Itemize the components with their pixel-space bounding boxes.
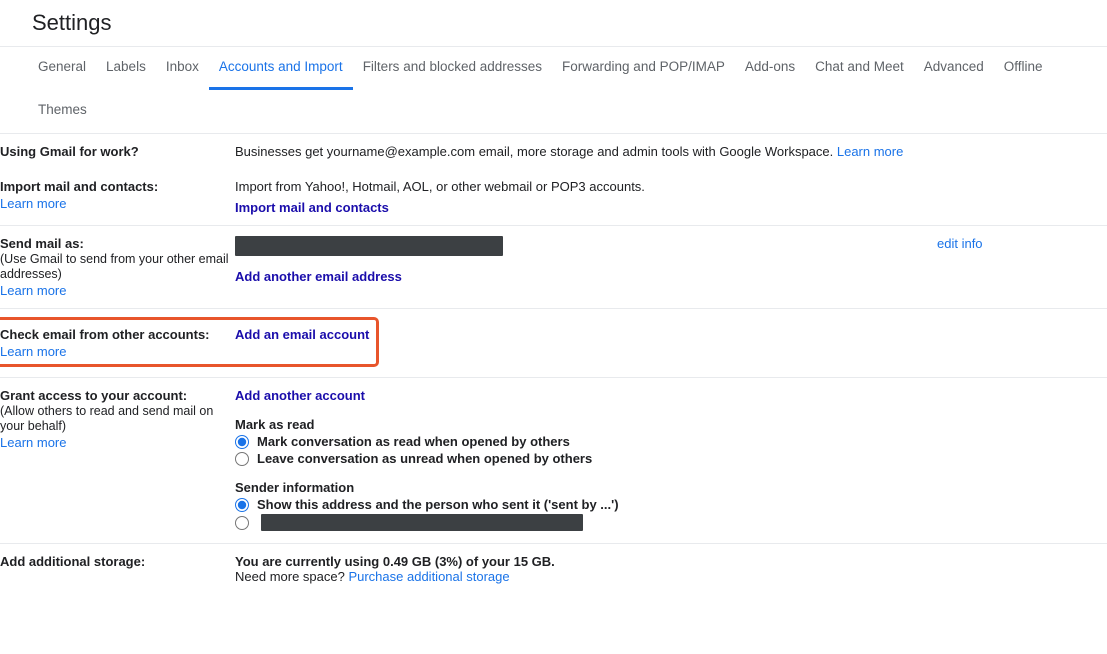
- import-mail-contacts-link[interactable]: Import mail and contacts: [235, 200, 389, 215]
- import-contacts-learn-more[interactable]: Learn more: [0, 196, 66, 211]
- storage-title: Add additional storage:: [0, 554, 145, 569]
- using-gmail-work-title: Using Gmail for work?: [0, 144, 139, 159]
- mark-read-radio-1[interactable]: [235, 435, 249, 449]
- tab-forwarding-and-pop-imap[interactable]: Forwarding and POP/IMAP: [552, 47, 735, 90]
- tab-filters-and-blocked-addresses[interactable]: Filters and blocked addresses: [353, 47, 552, 90]
- sender-info-opt1: Show this address and the person who sen…: [257, 497, 619, 512]
- mark-as-read-heading: Mark as read: [235, 417, 1107, 432]
- tab-add-ons[interactable]: Add-ons: [735, 47, 805, 90]
- storage-need-more: Need more space?: [235, 569, 348, 584]
- storage-usage: You are currently using 0.49 GB (3%) of …: [235, 554, 555, 569]
- tabs-bar: GeneralLabelsInboxAccounts and ImportFil…: [0, 46, 1107, 134]
- sender-info-redacted: [261, 514, 583, 531]
- tab-themes[interactable]: Themes: [28, 90, 97, 133]
- send-mail-as-redacted: [235, 236, 503, 256]
- send-mail-as-sub: (Use Gmail to send from your other email…: [0, 252, 229, 281]
- grant-access-sub: (Allow others to read and send mail on y…: [0, 404, 213, 433]
- purchase-storage-link[interactable]: Purchase additional storage: [348, 569, 509, 584]
- tab-advanced[interactable]: Advanced: [914, 47, 994, 90]
- grant-access-learn-more[interactable]: Learn more: [0, 435, 66, 450]
- tab-offline[interactable]: Offline: [994, 47, 1053, 90]
- mark-read-radio-2[interactable]: [235, 452, 249, 466]
- send-mail-as-title: Send mail as:: [0, 236, 84, 251]
- tab-accounts-and-import[interactable]: Accounts and Import: [209, 47, 353, 90]
- check-email-learn-more[interactable]: Learn more: [0, 344, 66, 359]
- sender-info-heading: Sender information: [235, 480, 1107, 495]
- page-title: Settings: [0, 0, 1107, 46]
- grant-access-title: Grant access to your account:: [0, 388, 187, 403]
- import-contacts-desc: Import from Yahoo!, Hotmail, AOL, or oth…: [235, 179, 645, 194]
- edit-info-link[interactable]: edit info: [937, 236, 983, 251]
- tab-inbox[interactable]: Inbox: [156, 47, 209, 90]
- using-gmail-work-desc: Businesses get yourname@example.com emai…: [235, 144, 837, 159]
- add-email-account-link[interactable]: Add an email account: [235, 327, 369, 342]
- sender-info-radio-1[interactable]: [235, 498, 249, 512]
- check-email-title: Check email from other accounts:: [0, 327, 210, 342]
- add-another-account-link[interactable]: Add another account: [235, 388, 365, 403]
- using-gmail-work-learn-more[interactable]: Learn more: [837, 144, 903, 159]
- send-mail-as-learn-more[interactable]: Learn more: [0, 283, 66, 298]
- import-contacts-title: Import mail and contacts:: [0, 179, 158, 194]
- add-another-email-link[interactable]: Add another email address: [235, 269, 402, 284]
- tab-general[interactable]: General: [28, 47, 96, 90]
- mark-read-opt1: Mark conversation as read when opened by…: [257, 434, 570, 449]
- sender-info-radio-2[interactable]: [235, 516, 249, 530]
- mark-read-opt2: Leave conversation as unread when opened…: [257, 451, 592, 466]
- tab-chat-and-meet[interactable]: Chat and Meet: [805, 47, 914, 90]
- tab-labels[interactable]: Labels: [96, 47, 156, 90]
